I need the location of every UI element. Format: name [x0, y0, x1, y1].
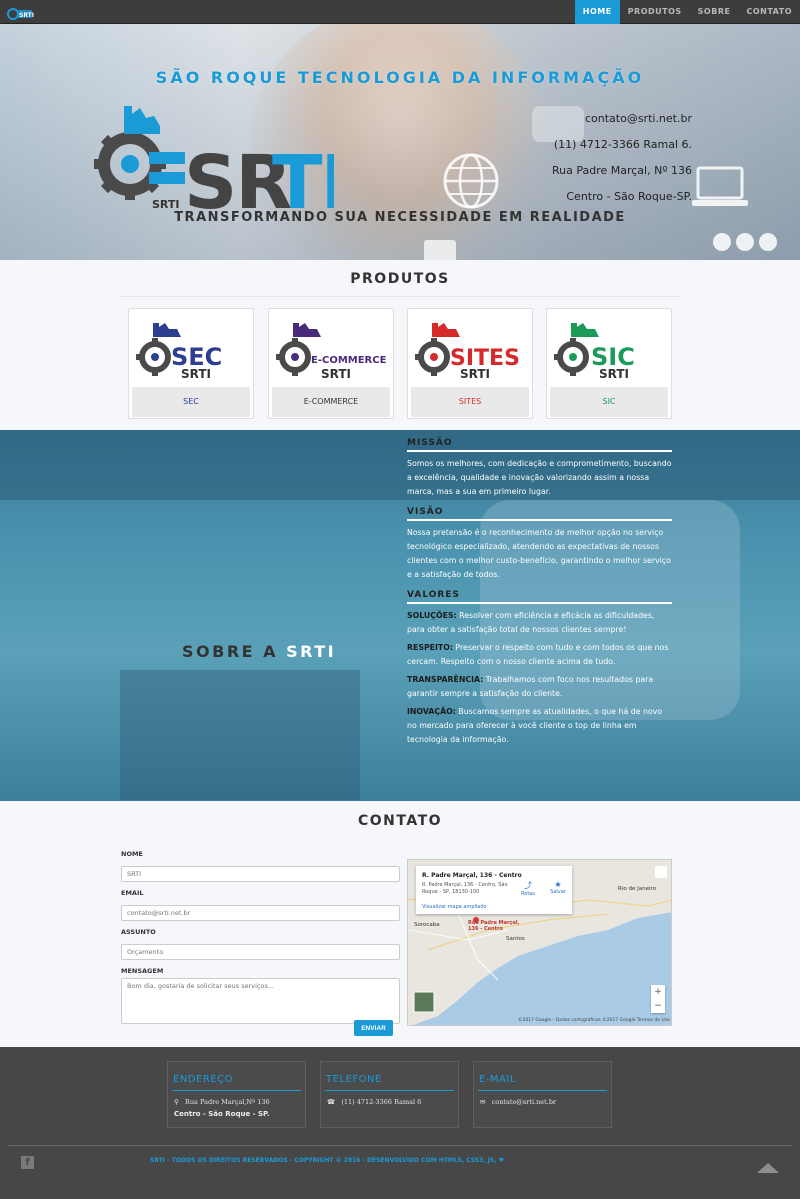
about-content: MISSÃO Somos os melhores, com dedicação …	[407, 438, 672, 751]
products-title: PRODUTOS	[350, 271, 450, 287]
footer-copyright: SRTI - TODOS OS DIREITOS RESERVADOS - CO…	[150, 1157, 504, 1164]
product-label-ecommerce[interactable]: E-COMMERCE	[272, 387, 390, 417]
sites-logo: SITES SRTI	[415, 323, 520, 381]
tablet-icon	[424, 240, 456, 260]
street-view-icon[interactable]	[655, 866, 667, 878]
ecommerce-logo: E-COMMERCE SRTI	[276, 323, 387, 381]
submit-button[interactable]: ENVIAR	[354, 1020, 393, 1036]
map-card-address: R. Padre Marçal, 136 - Centro, São Roque…	[422, 882, 508, 895]
map-info-card: R. Padre Marçal, 136 - Centro R. Padre M…	[416, 866, 572, 914]
product-card-sites[interactable]: SITES SRTI SITES	[407, 308, 533, 419]
product-label-sic[interactable]: SIC	[550, 387, 668, 417]
about-title: SOBRE A SRTI	[182, 642, 337, 661]
visao-text: Nossa pretensão é o reconhecimento de me…	[407, 528, 671, 579]
map-city-rio: Rio de Janeiro	[618, 886, 656, 892]
svg-text:SRTI: SRTI	[19, 12, 34, 19]
hero-contact-info: contato@srti.net.br (11) 4712-3366 Ramal…	[492, 106, 692, 210]
hero-title: SÃO ROQUE TECNOLOGIA DA INFORMAÇÃO	[155, 68, 645, 87]
contact-form: NOME EMAIL ASSUNTO MENSAGEM	[121, 850, 401, 1028]
product-label-sec[interactable]: SEC	[132, 387, 250, 417]
svg-text:SRTI: SRTI	[460, 367, 490, 381]
directions-icon: ⤴	[524, 881, 532, 890]
svg-text:SRTI: SRTI	[599, 367, 629, 381]
sec-logo: SEC SRTI	[136, 323, 222, 381]
map-save-button[interactable]: ★ Salvar	[546, 880, 570, 895]
message-label: MENSAGEM	[121, 967, 164, 975]
product-card-sic[interactable]: SIC SRTI SIC	[546, 308, 672, 419]
about-section: SOBRE A SRTI MISSÃO Somos os melhores, c…	[0, 430, 800, 801]
footer-phone-box: TELEFONE ☎ (11) 4712-3366 Ramal 6	[320, 1061, 459, 1128]
envelope-icon: ✉	[480, 1098, 486, 1106]
footer-email-title: E-MAIL	[479, 1074, 516, 1085]
hero-banner: SÃO ROQUE TECNOLOGIA DA INFORMAÇÃO SRTI …	[0, 24, 800, 260]
facebook-icon[interactable]: f	[21, 1156, 34, 1169]
valor-inovacao: INOVAÇÃO: Buscamos sempre as atualidades…	[407, 707, 663, 744]
google-map[interactable]: R. Padre Marçal, 136 - Centro R. Padre M…	[407, 859, 672, 1026]
footer-address-title: ENDEREÇO	[173, 1074, 233, 1085]
location-pin-icon: ⚲	[174, 1098, 179, 1106]
hero-slogan: TRANSFORMANDO SUA NECESSIDADE EM REALIDA…	[174, 210, 626, 225]
laptop-icon	[692, 166, 748, 206]
footer-address-box: ENDEREÇO ⚲ Rua Padre Marçal,Nº 136 Centr…	[167, 1061, 306, 1128]
email-label: EMAIL	[121, 889, 144, 897]
footer-email-line[interactable]: contato@srti.net.br	[492, 1098, 556, 1106]
srti-hero-logo: SRTI SR TI	[94, 106, 334, 222]
nav-menu: HOME PRODUTOS SOBRE CONTATO	[574, 0, 800, 24]
valor-respeito: RESPEITO: Preservar o respeito com tudo …	[407, 643, 669, 666]
name-input[interactable]	[121, 866, 400, 882]
footer-address-city: Centro - São Roque - SP.	[174, 1110, 270, 1118]
map-city-sorocaba: Sorocaba	[414, 922, 440, 928]
svg-text:SRTI: SRTI	[181, 367, 211, 381]
nav-produtos[interactable]: PRODUTOS	[620, 0, 690, 24]
star-icon: ★	[554, 880, 562, 889]
hero-city: Centro - São Roque-SP.	[566, 190, 692, 203]
map-directions-button[interactable]: ⤴ Rotas	[516, 880, 540, 897]
zoom-in-button[interactable]: +	[651, 985, 665, 999]
zoom-out-button[interactable]: −	[651, 999, 665, 1013]
footer-phone-title: TELEFONE	[326, 1074, 382, 1085]
hero-phone: (11) 4712-3366 Ramal 6.	[553, 138, 692, 151]
nav-contato[interactable]: CONTATO	[738, 0, 800, 24]
missao-text: Somos os melhores, com dedicação e compr…	[407, 459, 672, 496]
footer: ENDEREÇO ⚲ Rua Padre Marçal,Nº 136 Centr…	[0, 1047, 800, 1199]
svg-text:SRTI: SRTI	[321, 367, 351, 381]
hero-address: Rua Padre Marçal, Nº 136	[551, 164, 692, 177]
map-card-title: R. Padre Marçal, 136 - Centro	[422, 872, 522, 879]
contact-title: CONTATO	[357, 813, 443, 829]
map-zoom-control[interactable]: + −	[651, 985, 665, 1013]
visao-heading: VISÃO	[407, 507, 672, 521]
map-enlarge-link[interactable]: Visualizar mapa ampliado	[422, 904, 487, 910]
footer-email-box: E-MAIL ✉ contato@srti.net.br	[473, 1061, 612, 1128]
hero-email[interactable]: contato@srti.net.br	[492, 106, 692, 132]
people-icon	[713, 233, 777, 251]
svg-text:E-COMMERCE: E-COMMERCE	[311, 355, 387, 366]
map-pin-label: Rua Padre Marçal, 136 - Centro	[468, 920, 520, 932]
nav-home[interactable]: HOME	[574, 0, 620, 24]
sic-logo: SIC SRTI	[554, 323, 635, 381]
valor-solucoes: SOLUÇÕES: Resolver com eficiência e efic…	[407, 611, 655, 634]
valor-transparencia: TRANSPARÊNCIA: Trabalhamos com foco nos …	[407, 675, 654, 698]
subject-label: ASSUNTO	[121, 928, 156, 936]
footer-phone-line: (11) 4712-3366 Ramal 6	[341, 1098, 422, 1106]
email-input[interactable]	[121, 905, 400, 921]
missao-heading: MISSÃO	[407, 438, 672, 452]
footer-address-line: Rua Padre Marçal,Nº 136	[184, 1098, 270, 1106]
navbar: SRTI HOME PRODUTOS SOBRE CONTATO	[0, 0, 800, 24]
product-label-sites[interactable]: SITES	[411, 387, 529, 417]
valores-heading: VALORES	[407, 590, 672, 604]
srti-logo-icon[interactable]: SRTI	[6, 3, 34, 21]
message-textarea[interactable]	[121, 978, 400, 1024]
product-card-ecommerce[interactable]: E-COMMERCE SRTI E-COMMERCE	[268, 308, 394, 419]
nav-sobre[interactable]: SOBRE	[690, 0, 739, 24]
phone-icon: ☎	[327, 1098, 336, 1106]
subject-input[interactable]	[121, 944, 400, 960]
name-label: NOME	[121, 850, 143, 858]
map-city-santos: Santos	[506, 936, 525, 942]
product-card-sec[interactable]: SEC SRTI SEC	[128, 308, 254, 419]
map-attribution: ©2017 Google - Dados cartográficos ©2017…	[518, 1018, 670, 1023]
back-to-top-icon[interactable]	[757, 1163, 779, 1173]
